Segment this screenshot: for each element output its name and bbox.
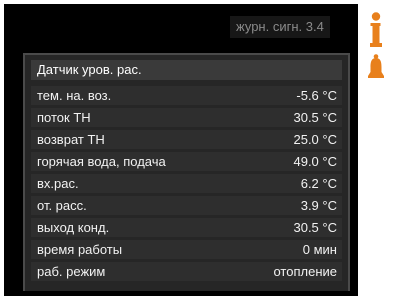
row-value: -5.6 °C [296, 88, 337, 103]
row-value: 3.9 °C [300, 198, 337, 213]
list-item-hot-water-supply[interactable]: горячая вода, подача 49.0 °C [31, 152, 342, 171]
row-value: 49.0 °C [293, 154, 337, 169]
display-screen: журн. сигн. 3.4 Датчик уров. рас. тем. н… [4, 4, 358, 296]
info-icon[interactable] [369, 12, 383, 48]
bell-icon[interactable] [367, 54, 385, 80]
list-item-hp-flow[interactable]: поток ТН 30.5 °C [31, 108, 342, 127]
row-value: 0 мин [302, 242, 337, 257]
row-label: время работы [37, 242, 123, 257]
readings-list: тем. на. воз. -5.6 °C поток ТН 30.5 °C в… [31, 86, 342, 284]
list-item-condenser-out[interactable]: выход конд. 30.5 °C [31, 218, 342, 237]
row-label: выход конд. [37, 220, 110, 235]
row-label: вх.рас. [37, 176, 79, 191]
list-item-brine-out[interactable]: от. расс. 3.9 °C [31, 196, 342, 215]
page-title: журн. сигн. 3.4 [230, 16, 330, 38]
row-value: 6.2 °C [300, 176, 337, 191]
row-value: 30.5 °C [293, 110, 337, 125]
list-item-outdoor-temp[interactable]: тем. на. воз. -5.6 °C [31, 86, 342, 105]
list-item-hp-return[interactable]: возврат ТН 25.0 °C [31, 130, 342, 149]
list-item-operating-mode[interactable]: раб. режим отопление [31, 262, 342, 281]
row-label: от. расс. [37, 198, 87, 213]
row-label: раб. режим [37, 264, 106, 279]
row-label: поток ТН [37, 110, 91, 125]
list-item-run-time[interactable]: время работы 0 мин [31, 240, 342, 259]
row-label: тем. на. воз. [37, 88, 112, 103]
alarm-log-panel: Датчик уров. рас. тем. на. воз. -5.6 °C … [23, 53, 350, 291]
row-value: 25.0 °C [293, 132, 337, 147]
panel-title: Датчик уров. рас. [31, 60, 342, 80]
row-label: возврат ТН [37, 132, 105, 147]
row-label: горячая вода, подача [37, 154, 166, 169]
row-value: отопление [273, 264, 337, 279]
list-item-brine-in[interactable]: вх.рас. 6.2 °C [31, 174, 342, 193]
row-value: 30.5 °C [293, 220, 337, 235]
